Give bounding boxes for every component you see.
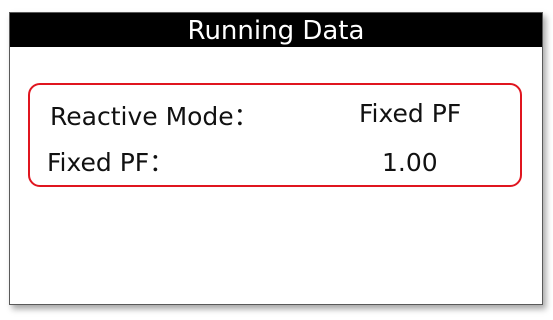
- running-data-panel: Reactive Mode： Fixed PF Fixed PF： 1.00: [28, 83, 522, 187]
- reactive-mode-label: Reactive Mode：: [50, 102, 259, 131]
- fixed-pf-label: Fixed PF：: [47, 148, 175, 177]
- page-title: Running Data: [10, 13, 542, 47]
- running-data-screen: Running Data Reactive Mode： Fixed PF Fix…: [9, 12, 543, 305]
- fixed-pf-value: 1.00: [382, 148, 438, 177]
- reactive-mode-value: Fixed PF: [359, 99, 462, 128]
